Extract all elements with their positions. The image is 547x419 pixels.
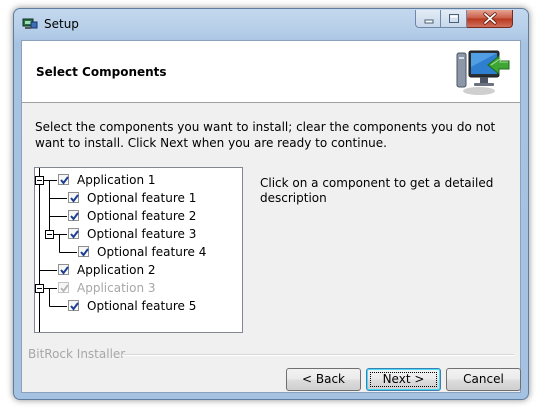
tree-item-label: Application 1 xyxy=(77,173,156,187)
maximize-icon xyxy=(449,14,459,23)
tree-item-label: Optional feature 5 xyxy=(87,299,197,313)
page-header: Select Components xyxy=(22,41,520,103)
tree-item-label: Application 2 xyxy=(77,263,156,277)
checkbox[interactable] xyxy=(68,300,79,311)
page-title: Select Components xyxy=(36,65,167,79)
close-button[interactable] xyxy=(467,10,513,28)
tree-item-label: Optional feature 3 xyxy=(87,227,197,241)
instructions-text: Select the components you want to instal… xyxy=(35,120,496,150)
installer-brand: BitRock Installer xyxy=(28,347,126,361)
dialog-client-area: Select Components Select the components … xyxy=(21,40,521,393)
checkmark-icon xyxy=(80,248,89,257)
checkbox[interactable] xyxy=(78,246,89,257)
minimize-icon xyxy=(424,19,434,24)
checkbox[interactable] xyxy=(58,174,69,185)
component-description: Click on a component to get a detailed d… xyxy=(260,176,494,205)
checkbox[interactable] xyxy=(68,228,79,239)
checkmark-icon xyxy=(60,176,69,185)
tree-item-label: Application 3 xyxy=(77,281,156,295)
setup-app-icon xyxy=(22,18,38,29)
setup-window: Setup Select Components Select the compo… xyxy=(13,8,529,400)
next-button[interactable]: Next > xyxy=(366,368,441,391)
computer-install-icon xyxy=(456,50,510,95)
window-title: Setup xyxy=(44,17,79,31)
separator-line xyxy=(122,354,514,356)
checkbox-disabled xyxy=(58,282,69,293)
cancel-button[interactable]: Cancel xyxy=(446,368,521,391)
tree-expander-icon xyxy=(35,176,54,293)
tree-item-label: Optional feature 2 xyxy=(87,209,197,223)
focus-rectangle xyxy=(370,372,437,387)
close-icon xyxy=(483,12,497,25)
maximize-button[interactable] xyxy=(441,10,467,28)
checkmark-icon xyxy=(60,284,69,293)
title-bar[interactable]: Setup xyxy=(14,9,528,39)
checkmark-icon xyxy=(70,194,79,203)
tree-item-label: Optional feature 4 xyxy=(97,245,207,259)
minimize-button[interactable] xyxy=(415,10,441,28)
checkbox[interactable] xyxy=(68,210,79,221)
checkmark-icon xyxy=(70,302,79,311)
back-button[interactable]: < Back xyxy=(286,368,361,391)
checkmark-icon xyxy=(70,212,79,221)
component-tree[interactable]: Application 1 Optional feature 1 Optiona… xyxy=(34,167,243,333)
checkmark-icon xyxy=(60,266,69,275)
checkmark-icon xyxy=(70,230,79,239)
checkbox[interactable] xyxy=(58,264,69,275)
tree-item-label: Optional feature 1 xyxy=(87,191,197,205)
checkbox[interactable] xyxy=(68,192,79,203)
